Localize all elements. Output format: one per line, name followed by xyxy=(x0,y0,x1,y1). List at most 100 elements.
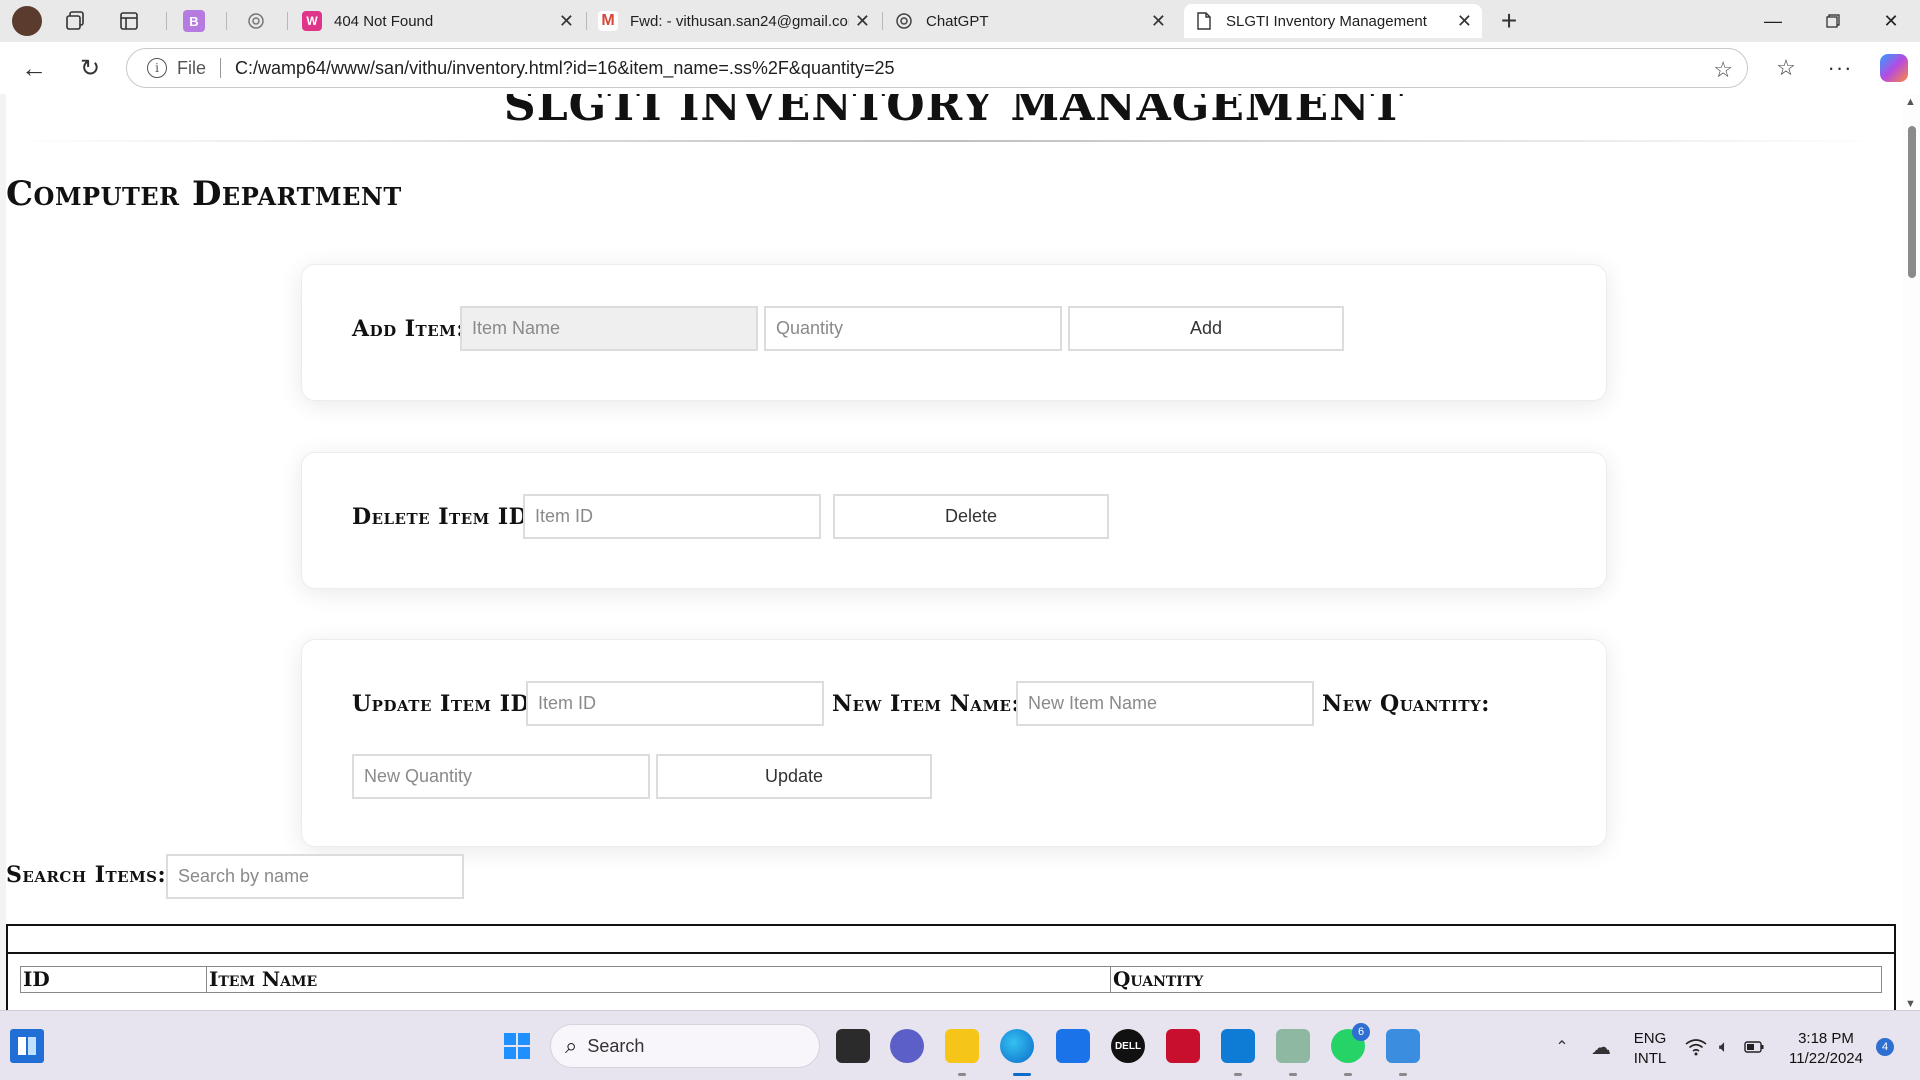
refresh-icon[interactable]: ↻ xyxy=(76,54,104,82)
battery-icon[interactable] xyxy=(1742,1035,1766,1059)
close-window-button[interactable]: ✕ xyxy=(1862,0,1920,42)
clock[interactable]: 3:18 PM 11/22/2024 xyxy=(1780,1029,1872,1069)
site-favicon-icon: W xyxy=(302,11,322,31)
app-window-icon[interactable] xyxy=(1276,1029,1310,1063)
edge-browser-icon[interactable] xyxy=(1000,1029,1034,1063)
favorites-icon[interactable]: ☆ xyxy=(1772,54,1800,82)
update-button[interactable]: Update xyxy=(656,754,932,799)
quantity-input[interactable] xyxy=(764,306,1062,351)
tab-gmail[interactable]: M Fwd: - vithusan.san24@gmail.com ✕ xyxy=(588,4,880,38)
profile-avatar[interactable] xyxy=(12,6,42,36)
new-item-name-input[interactable] xyxy=(1016,681,1314,726)
file-explorer-icon[interactable] xyxy=(945,1029,979,1063)
chevron-up-icon[interactable]: ⌃ xyxy=(1550,1035,1574,1059)
mcafee-icon[interactable] xyxy=(1166,1029,1200,1063)
search-icon: ⌕ xyxy=(565,1033,578,1058)
file-page-icon xyxy=(1194,11,1214,31)
language-code: ENG xyxy=(1633,1030,1667,1047)
scroll-down-icon[interactable]: ▼ xyxy=(1905,998,1916,1010)
scrollbar-thumb[interactable] xyxy=(1908,126,1916,278)
page-title: SLGTI Inventory Management xyxy=(503,94,1405,131)
page-scrollbar[interactable]: ▲ ▼ xyxy=(1902,94,1920,1010)
close-icon[interactable]: ✕ xyxy=(855,11,870,32)
add-button[interactable]: Add xyxy=(1068,306,1344,351)
workspaces-icon[interactable] xyxy=(64,9,88,33)
tab-title: 404 Not Found xyxy=(334,12,434,30)
item-name-input[interactable] xyxy=(460,306,758,351)
divider xyxy=(220,58,222,78)
update-item-card: Update Item ID: New Item Name: New Quant… xyxy=(301,639,1607,847)
close-icon[interactable]: ✕ xyxy=(559,11,574,32)
address-bar[interactable]: i File C:/wamp64/www/san/vithu/inventory… xyxy=(126,48,1748,88)
browser-toolbar: ← ↻ i File C:/wamp64/www/san/vithu/inven… xyxy=(0,42,1920,94)
add-item-card: Add Item: Add xyxy=(301,264,1607,401)
taskbar-search-label: Search xyxy=(587,1035,645,1056)
microsoft-store-icon[interactable] xyxy=(1056,1029,1090,1063)
whatsapp-badge: 6 xyxy=(1352,1023,1370,1041)
more-options-icon[interactable]: ··· xyxy=(1826,54,1854,82)
url-text[interactable]: C:/wamp64/www/san/vithu/inventory.html?i… xyxy=(235,58,895,79)
onedrive-cloud-icon[interactable]: ☁ xyxy=(1588,1035,1614,1059)
minimize-button[interactable]: — xyxy=(1744,0,1802,42)
taskbar-search[interactable]: ⌕ Search xyxy=(550,1024,820,1068)
tab-separator xyxy=(166,12,167,30)
running-indicator xyxy=(1013,1073,1031,1076)
notepad-icon[interactable] xyxy=(1386,1029,1420,1063)
windows-taskbar: ⌕ Search DELL 6 ⌃ ☁ ENG INTL 🔈︎ 3:18 PM … xyxy=(0,1010,1920,1080)
column-header-quantity: Quantity xyxy=(1113,967,1204,991)
tab-separator xyxy=(226,12,227,30)
pinned-tab-b-icon[interactable]: B xyxy=(183,10,205,32)
restore-button[interactable] xyxy=(1804,0,1862,42)
table-header-row: ID Item Name Quantity xyxy=(20,966,1882,993)
delete-item-card: Delete Item ID: Delete xyxy=(301,452,1607,589)
delete-item-label: Delete Item ID: xyxy=(352,504,537,530)
scroll-up-icon[interactable]: ▲ xyxy=(1905,96,1916,108)
tab-title: ChatGPT xyxy=(926,12,989,30)
search-items-label: Search Items: xyxy=(6,862,167,888)
tab-title: Fwd: - vithusan.san24@gmail.com xyxy=(630,12,849,30)
new-quantity-input[interactable] xyxy=(352,754,650,799)
gmail-icon: M xyxy=(598,11,618,31)
task-view-icon[interactable] xyxy=(836,1029,870,1063)
chatgpt-icon xyxy=(894,11,914,31)
update-item-id-input[interactable] xyxy=(526,681,824,726)
info-icon[interactable]: i xyxy=(147,58,167,78)
start-icon[interactable] xyxy=(500,1029,534,1063)
tab-chatgpt[interactable]: ChatGPT ✕ xyxy=(884,4,1176,38)
tab-404-not-found[interactable]: W 404 Not Found ✕ xyxy=(292,4,584,38)
tab-separator xyxy=(287,12,288,30)
department-heading: Computer Department xyxy=(6,174,402,214)
language-indicator[interactable]: ENG INTL xyxy=(1628,1029,1672,1069)
dell-icon[interactable]: DELL xyxy=(1111,1029,1145,1063)
teams-chat-icon[interactable] xyxy=(890,1029,924,1063)
vscode-icon[interactable] xyxy=(1221,1029,1255,1063)
delete-item-id-input[interactable] xyxy=(523,494,821,539)
delete-button[interactable]: Delete xyxy=(833,494,1109,539)
tab-separator xyxy=(882,12,883,30)
clock-date: 11/22/2024 xyxy=(1789,1050,1863,1067)
column-header-id: ID xyxy=(21,967,207,992)
widgets-icon[interactable] xyxy=(10,1029,44,1063)
favorite-star-icon[interactable]: ☆ xyxy=(1713,57,1733,83)
search-input[interactable] xyxy=(166,854,464,899)
pinned-tab-chatgpt-icon[interactable] xyxy=(245,10,267,32)
update-item-id-label: Update Item ID: xyxy=(352,691,539,717)
running-indicator xyxy=(958,1073,966,1076)
running-indicator xyxy=(1234,1073,1242,1076)
new-item-name-label: New Item Name: xyxy=(832,691,1021,717)
close-icon[interactable]: ✕ xyxy=(1151,11,1166,32)
tab-slgti-inventory[interactable]: SLGTI Inventory Management ✕ xyxy=(1184,4,1482,38)
back-arrow-icon[interactable]: ← xyxy=(20,53,48,83)
volume-icon[interactable]: 🔈︎ xyxy=(1712,1035,1736,1059)
running-indicator xyxy=(1399,1073,1407,1076)
scheme-label: File xyxy=(177,57,207,78)
close-icon[interactable]: ✕ xyxy=(1457,11,1472,32)
tab-actions-icon[interactable] xyxy=(117,9,141,33)
new-tab-button[interactable]: + xyxy=(1494,5,1524,36)
copilot-icon[interactable] xyxy=(1880,54,1908,82)
inventory-table: ID Item Name Quantity xyxy=(6,924,1896,1010)
running-indicator xyxy=(1344,1073,1352,1076)
running-indicator xyxy=(1289,1073,1297,1076)
notification-count-badge[interactable]: 4 xyxy=(1876,1038,1894,1056)
wifi-icon[interactable] xyxy=(1684,1035,1708,1059)
